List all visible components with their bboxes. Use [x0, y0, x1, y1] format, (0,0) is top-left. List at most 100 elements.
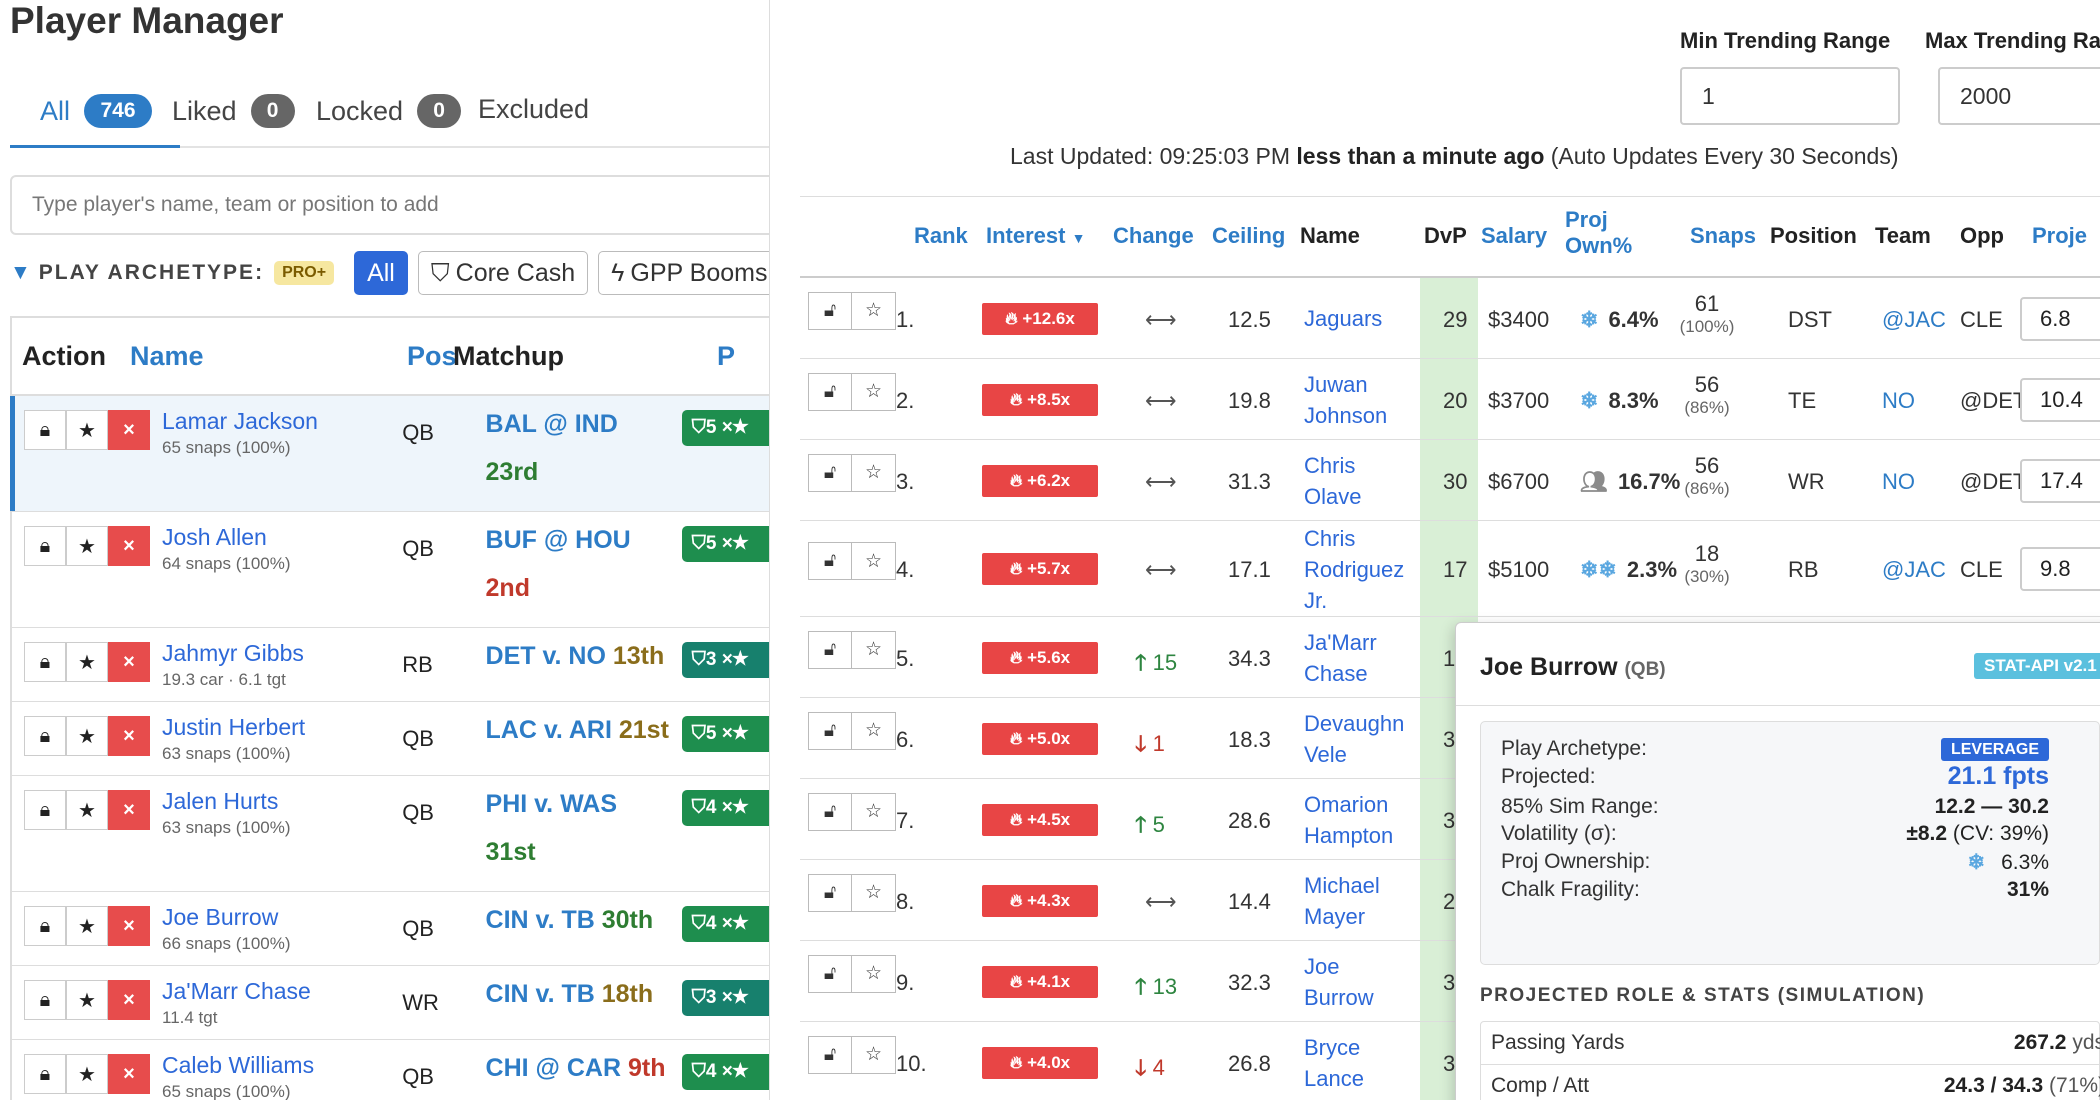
header-proj-own[interactable]: Proj Own% — [1565, 207, 1632, 259]
star-icon[interactable]: ★ — [66, 1054, 108, 1094]
lock-open-icon[interactable]: 🔓︎ — [808, 1035, 852, 1074]
close-icon[interactable]: × — [108, 410, 150, 450]
lock-open-icon[interactable]: 🔓︎ — [808, 792, 852, 831]
archetype-core-cash-button[interactable]: ⛉ Core Cash — [417, 251, 589, 295]
close-icon[interactable]: × — [108, 642, 150, 682]
lock-icon[interactable]: 🔒︎ — [24, 790, 66, 830]
projection-input[interactable]: 10.4 — [2020, 377, 2100, 422]
min-trending-input[interactable]: 1 — [1680, 67, 1900, 125]
star-outline-icon[interactable]: ☆ — [852, 792, 896, 831]
player-search-input[interactable]: Type player's name, team or position to … — [10, 175, 769, 235]
tab-excluded[interactable]: Excluded — [478, 94, 589, 125]
star-icon[interactable]: ★ — [66, 526, 108, 566]
lock-open-icon[interactable]: 🔓︎ — [808, 873, 852, 912]
player-name-link[interactable]: Juwan Johnson — [1304, 369, 1387, 431]
header-name[interactable]: Name — [130, 341, 373, 372]
star-outline-icon[interactable]: ☆ — [852, 542, 896, 580]
close-icon[interactable]: × — [108, 716, 150, 756]
close-icon[interactable]: × — [108, 790, 150, 830]
lock-open-icon[interactable]: 🔓︎ — [808, 542, 852, 580]
star-outline-icon[interactable]: ☆ — [852, 873, 896, 912]
star-outline-icon[interactable]: ☆ — [852, 954, 896, 993]
star-outline-icon[interactable]: ☆ — [852, 630, 896, 669]
lock-icon[interactable]: 🔒︎ — [24, 410, 66, 450]
tab-locked[interactable]: Locked 0 — [316, 94, 462, 128]
lock-icon[interactable]: 🔒︎ — [24, 1054, 66, 1094]
tab-all[interactable]: All 746 — [40, 94, 153, 128]
team-link[interactable]: @JAC — [1882, 307, 1946, 333]
star-outline-icon[interactable]: ☆ — [852, 453, 896, 492]
player-name[interactable]: Lamar Jackson — [162, 408, 402, 435]
table-row[interactable]: 🔒︎ ★ × Caleb Williams 65 snaps (100%) QB… — [12, 1040, 769, 1100]
archetype-all-button[interactable]: All — [354, 251, 408, 295]
lock-open-icon[interactable]: 🔓︎ — [808, 630, 852, 669]
projection-input[interactable]: 6.8 — [2020, 296, 2100, 341]
player-name[interactable]: Ja'Marr Chase — [162, 978, 402, 1005]
team-link[interactable]: @JAC — [1882, 557, 1946, 583]
lock-icon[interactable]: 🔒︎ — [24, 906, 66, 946]
table-row[interactable]: 🔒︎ ★ × Justin Herbert 63 snaps (100%) QB… — [12, 702, 769, 776]
projection-input[interactable]: 9.8 — [2020, 547, 2100, 591]
player-name[interactable]: Jahmyr Gibbs — [162, 640, 402, 667]
player-name-link[interactable]: Chris Olave — [1304, 450, 1361, 512]
lock-open-icon[interactable]: 🔓︎ — [808, 711, 852, 750]
table-row[interactable]: 🔒︎ ★ × Joe Burrow 66 snaps (100%) QB CIN… — [12, 892, 769, 966]
star-outline-icon[interactable]: ☆ — [852, 1035, 896, 1074]
close-icon[interactable]: × — [108, 906, 150, 946]
lock-open-icon[interactable]: 🔓︎ — [808, 954, 852, 993]
lock-icon[interactable]: 🔒︎ — [24, 716, 66, 756]
header-interest[interactable]: Interest ▼ — [986, 223, 1085, 249]
player-name[interactable]: Justin Herbert — [162, 714, 402, 741]
star-outline-icon[interactable]: ☆ — [852, 372, 896, 411]
header-ceiling[interactable]: Ceiling — [1212, 223, 1285, 249]
close-icon[interactable]: × — [108, 526, 150, 566]
star-icon[interactable]: ★ — [66, 790, 108, 830]
header-salary[interactable]: Salary — [1481, 223, 1547, 249]
star-icon[interactable]: ★ — [66, 716, 108, 756]
team-link[interactable]: NO — [1882, 469, 1915, 495]
close-icon[interactable]: × — [108, 1054, 150, 1094]
team-link[interactable]: NO — [1882, 388, 1915, 414]
tab-liked[interactable]: Liked 0 — [172, 94, 295, 128]
player-name-link[interactable]: Michael Mayer — [1304, 870, 1380, 932]
star-icon[interactable]: ★ — [66, 642, 108, 682]
header-change[interactable]: Change — [1113, 223, 1194, 249]
star-icon[interactable]: ★ — [66, 980, 108, 1020]
player-name-link[interactable]: Bryce Lance — [1304, 1032, 1364, 1094]
table-row[interactable]: 🔒︎ ★ × Josh Allen 64 snaps (100%) QB BUF… — [12, 512, 769, 628]
player-name-link[interactable]: Devaughn Vele — [1304, 708, 1404, 770]
max-trending-input[interactable]: 2000 — [1938, 67, 2100, 125]
close-icon[interactable]: × — [108, 980, 150, 1020]
lock-open-icon[interactable]: 🔓︎ — [808, 453, 852, 492]
header-rank[interactable]: Rank — [914, 223, 968, 249]
table-row[interactable]: 🔓︎ ☆ 1. 🔥︎ +12.6x ⟷ 12.5 Jaguars 29 $3400 ❄ 6.4… — [800, 278, 2100, 359]
lock-open-icon[interactable]: 🔓︎ — [808, 372, 852, 411]
player-name-link[interactable]: Jaguars — [1304, 303, 1382, 334]
lock-icon[interactable]: 🔒︎ — [24, 642, 66, 682]
player-name-link[interactable]: Chris Rodriguez Jr. — [1304, 523, 1404, 616]
header-extra[interactable]: P — [717, 341, 735, 372]
player-name-link[interactable]: Joe Burrow — [1304, 951, 1374, 1013]
lock-open-icon[interactable]: 🔓︎ — [808, 291, 852, 330]
table-row[interactable]: 🔓︎ ☆ 2. 🔥︎ +8.5x ⟷ 19.8 Juwan Johnson 20 $370… — [800, 359, 2100, 440]
table-row[interactable]: 🔒︎ ★ × Lamar Jackson 65 snaps (100%) QB … — [10, 396, 769, 512]
player-name-link[interactable]: Omarion Hampton — [1304, 789, 1393, 851]
table-row[interactable]: 🔒︎ ★ × Jahmyr Gibbs 19.3 car · 6.1 tgt R… — [12, 628, 769, 702]
star-icon[interactable]: ★ — [66, 410, 108, 450]
header-proj[interactable]: Proje — [2032, 223, 2087, 249]
lock-icon[interactable]: 🔒︎ — [24, 526, 66, 566]
player-name[interactable]: Jalen Hurts — [162, 788, 402, 815]
player-name[interactable]: Caleb Williams — [162, 1052, 402, 1079]
header-snaps[interactable]: Snaps — [1690, 223, 1756, 249]
player-name-link[interactable]: Ja'Marr Chase — [1304, 627, 1377, 689]
archetype-gpp-booms-button[interactable]: ϟ GPP Booms — [598, 251, 769, 295]
table-row[interactable]: 🔓︎ ☆ 4. 🔥︎ +5.7x ⟷ 17.1 Chris Rodriguez Jr. 1… — [800, 521, 2100, 617]
player-name[interactable]: Joe Burrow — [162, 904, 402, 931]
table-row[interactable]: 🔒︎ ★ × Jalen Hurts 63 snaps (100%) QB PH… — [12, 776, 769, 892]
table-row[interactable]: 🔒︎ ★ × Ja'Marr Chase 11.4 tgt WR CIN v. … — [12, 966, 769, 1040]
lock-icon[interactable]: 🔒︎ — [24, 980, 66, 1020]
star-outline-icon[interactable]: ☆ — [852, 291, 896, 330]
projection-input[interactable]: 17.4 — [2020, 458, 2100, 503]
player-name[interactable]: Josh Allen — [162, 524, 402, 551]
star-icon[interactable]: ★ — [66, 906, 108, 946]
